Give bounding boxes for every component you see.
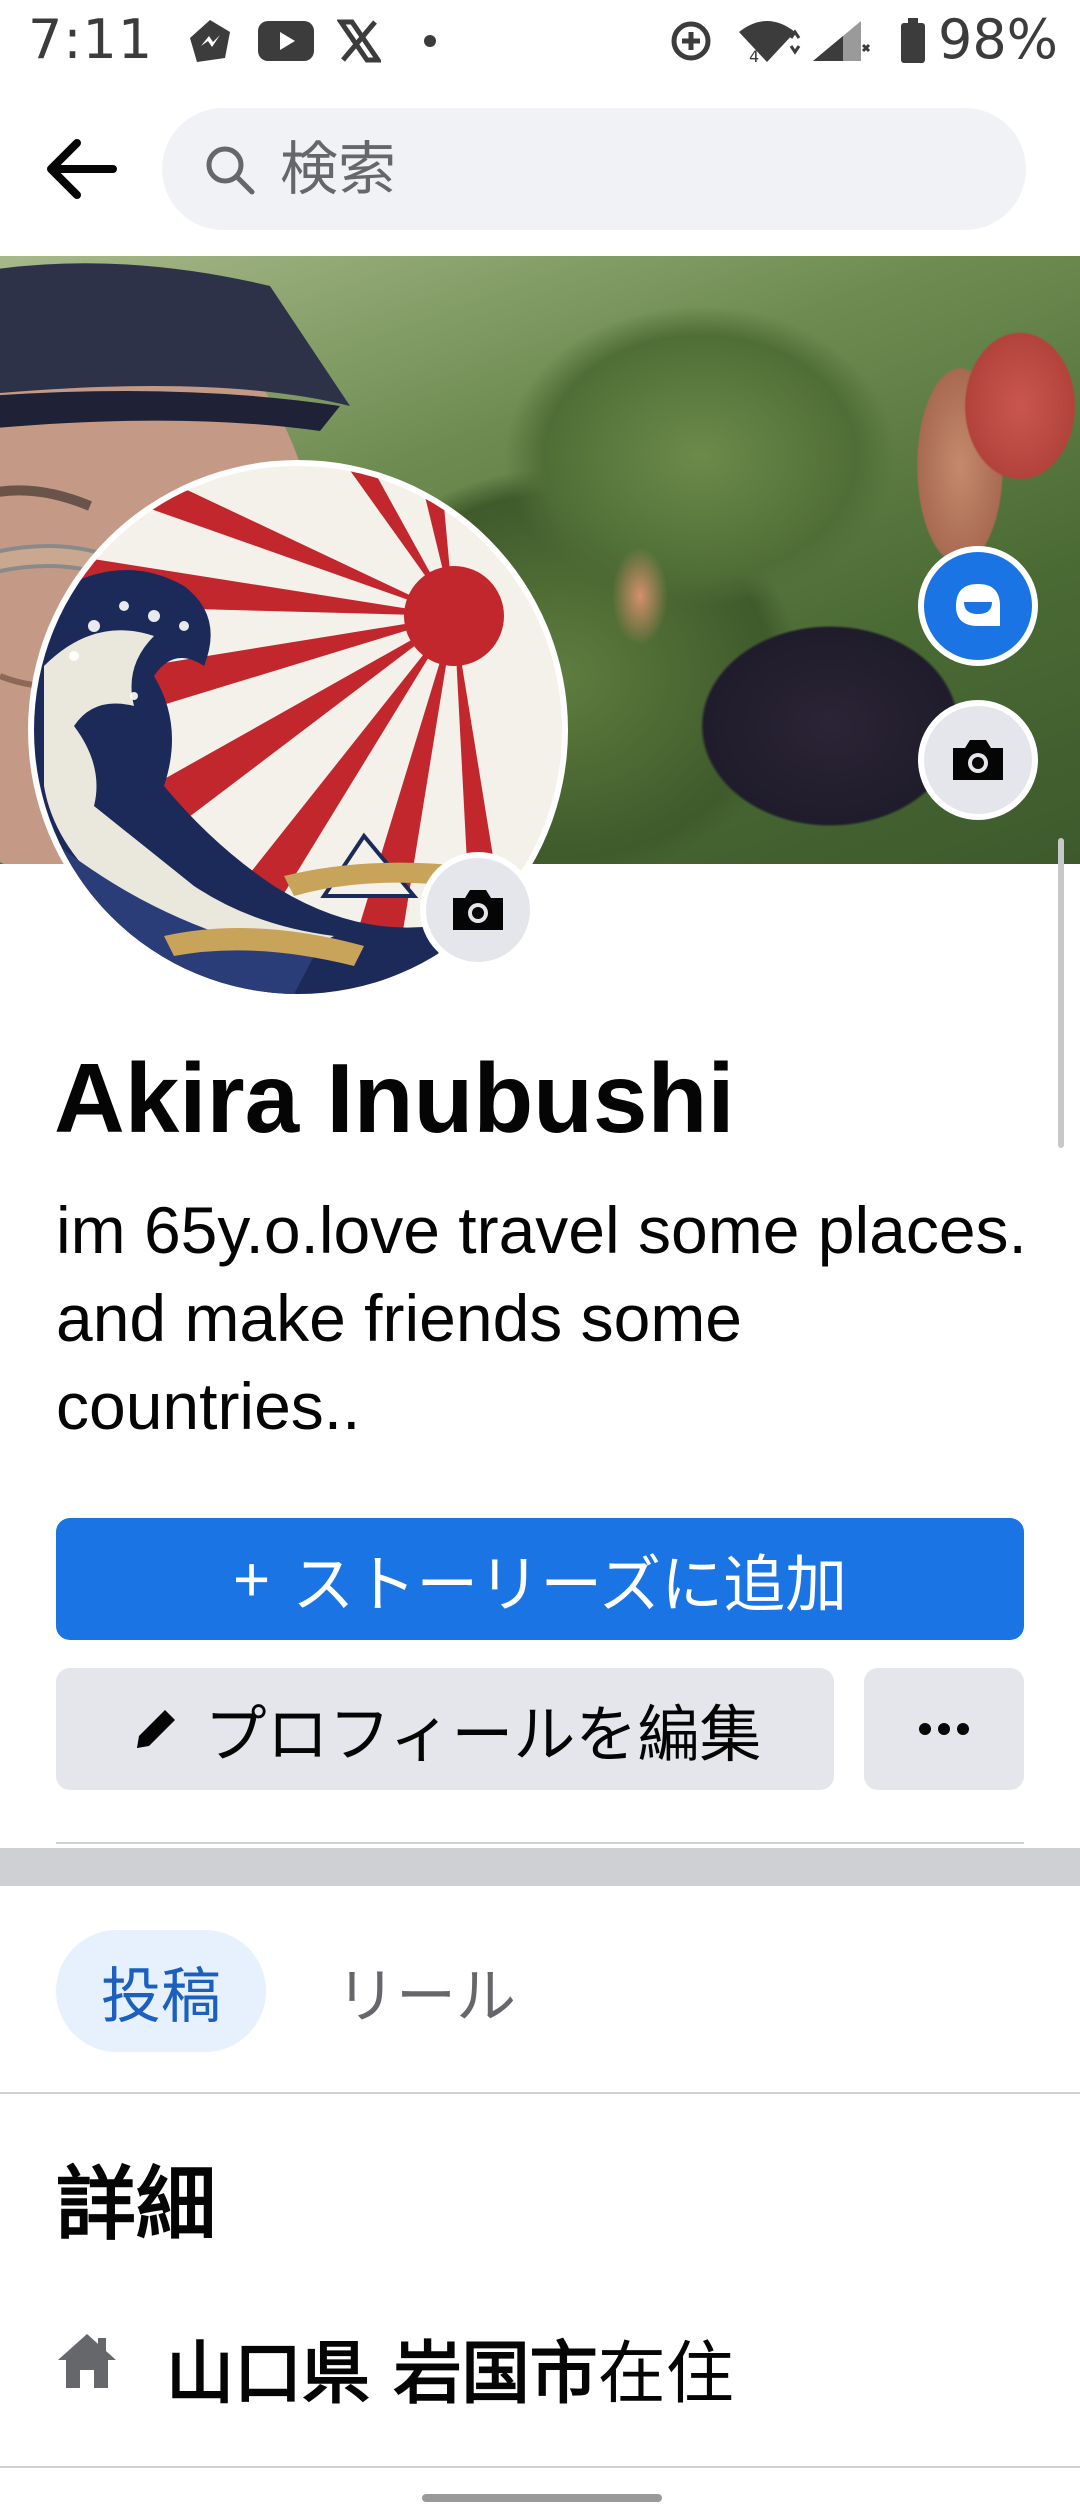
tab-posts[interactable]: 投稿 bbox=[56, 1930, 266, 2052]
edit-profile-label: プロフィールを編集 bbox=[204, 1701, 762, 1770]
divider bbox=[0, 2466, 1080, 2468]
x-icon bbox=[334, 18, 384, 64]
search-bar[interactable] bbox=[162, 108, 1026, 230]
signal-icon bbox=[810, 18, 872, 64]
back-arrow-icon bbox=[47, 139, 117, 199]
status-bar: 7:11 4 98% bbox=[0, 0, 1080, 84]
details-heading: 詳細 bbox=[56, 2158, 216, 2251]
plus-icon: + bbox=[232, 1543, 271, 1615]
battery-percent: 98% bbox=[937, 8, 1058, 71]
search-icon bbox=[206, 146, 255, 195]
search-header bbox=[0, 84, 1080, 256]
location-text[interactable]: 山口県 岩国市在住 bbox=[166, 2318, 734, 2417]
messenger-like-icon bbox=[182, 18, 238, 64]
tab-reels[interactable]: リール bbox=[306, 1930, 546, 2052]
cover-camera-button[interactable] bbox=[918, 700, 1038, 820]
profile-bio: im 65y.o.love travel some places. and ma… bbox=[56, 1193, 1027, 1443]
location-place[interactable]: 山口県 岩国市 bbox=[166, 2335, 598, 2414]
dot-icon bbox=[420, 18, 440, 64]
location-suffix: 在住 bbox=[597, 2335, 734, 2414]
section-divider bbox=[0, 1848, 1080, 1886]
add-story-label: ストーリーズに追加 bbox=[292, 1551, 848, 1620]
home-indicator[interactable] bbox=[422, 2494, 662, 2502]
search-input[interactable] bbox=[280, 126, 980, 212]
profile-camera-button[interactable] bbox=[420, 852, 536, 968]
camera-icon bbox=[953, 740, 1003, 780]
add-story-button[interactable]: + ストーリーズに追加 bbox=[56, 1518, 1024, 1640]
camera-icon bbox=[453, 890, 503, 930]
svg-text:4: 4 bbox=[749, 47, 759, 64]
edit-profile-button[interactable]: プロフィールを編集 bbox=[56, 1668, 834, 1790]
divider bbox=[56, 1842, 1024, 1844]
home-icon bbox=[58, 2334, 116, 2388]
profile-name: Akira Inubushi bbox=[54, 1043, 735, 1153]
battery-icon bbox=[896, 18, 930, 64]
back-button[interactable] bbox=[36, 124, 126, 214]
youtube-icon bbox=[256, 18, 316, 64]
more-dots-icon bbox=[919, 1723, 969, 1735]
divider bbox=[0, 2092, 1080, 2094]
pencil-icon bbox=[129, 1702, 183, 1756]
scrollbar[interactable] bbox=[1058, 838, 1064, 1148]
more-options-button[interactable] bbox=[864, 1668, 1024, 1790]
status-time: 7:11 bbox=[28, 8, 154, 71]
avatar-button[interactable] bbox=[918, 546, 1038, 666]
wifi-icon: 4 bbox=[736, 18, 802, 64]
avatar-icon bbox=[956, 584, 1000, 626]
data-saver-icon bbox=[666, 18, 716, 64]
